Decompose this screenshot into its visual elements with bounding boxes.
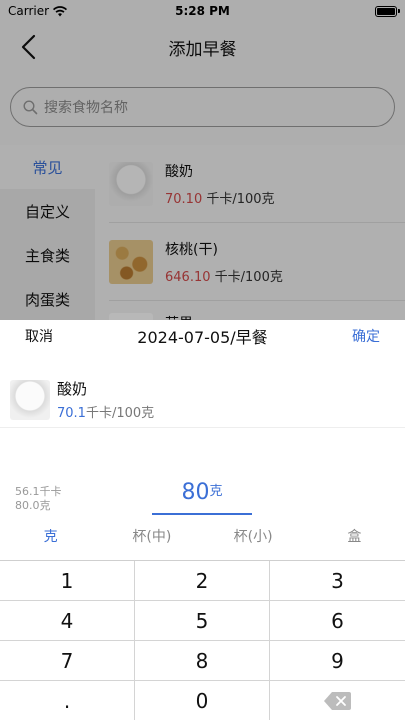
sidebar-item-label: 肉蛋类	[24, 290, 70, 309]
search-placeholder: 搜索食物名称	[44, 100, 128, 116]
selected-food-info: 酸奶 70.1千卡/100克	[57, 378, 154, 421]
back-icon[interactable]	[18, 34, 42, 60]
sidebar-item-label: 常见	[32, 158, 63, 177]
food-list: 酸奶 70.10 千卡/100克 核桃(干) 646.10 千卡/100克 苹果	[95, 145, 405, 320]
category-sidebar: 常见 自定义 主食类 肉蛋类	[0, 145, 95, 320]
food-cal-value: 646.10	[165, 270, 211, 285]
divider	[0, 427, 405, 428]
food-info: 酸奶 70.10 千卡/100克	[165, 161, 275, 207]
search-icon	[23, 99, 38, 114]
apple-icon	[109, 313, 153, 320]
walnut-icon	[109, 240, 153, 284]
key-4[interactable]: 4	[0, 601, 135, 641]
sidebar-item-custom[interactable]: 自定义	[0, 189, 95, 233]
food-item-apple[interactable]: 苹果	[95, 301, 405, 320]
amount-underline	[152, 513, 252, 515]
portion-sheet: 取消 2024-07-05/早餐 确定 酸奶 70.1千卡/100克 56.1千…	[0, 320, 405, 720]
selected-cal-value: 70.1	[57, 406, 86, 421]
unit-tab-box[interactable]: 盒	[304, 528, 405, 554]
food-cal-unit: 千卡/100克	[206, 192, 275, 207]
page-title: 添加早餐	[168, 39, 237, 60]
status-time: 5:28 PM	[175, 4, 230, 18]
key-8[interactable]: 8	[135, 641, 270, 681]
sheet-header: 取消 2024-07-05/早餐 确定	[0, 320, 405, 348]
food-info: 苹果	[165, 313, 193, 320]
amount-value: 80	[181, 480, 210, 505]
search-input[interactable]: 搜索食物名称	[10, 87, 395, 127]
backspace-icon	[324, 692, 351, 710]
key-9[interactable]: 9	[270, 641, 405, 681]
unit-tab-cup-medium[interactable]: 杯(中)	[101, 528, 202, 554]
sheet-title: 2024-07-05/早餐	[137, 328, 268, 347]
yogurt-icon	[109, 162, 153, 206]
selected-food: 酸奶 70.1千卡/100克	[10, 378, 154, 421]
food-info: 核桃(干) 646.10 千卡/100克	[165, 239, 283, 285]
key-6[interactable]: 6	[270, 601, 405, 641]
delete-key[interactable]	[270, 681, 405, 720]
key-5[interactable]: 5	[135, 601, 270, 641]
selected-food-calories: 70.1千卡/100克	[57, 402, 154, 421]
food-name: 核桃(干)	[165, 242, 218, 258]
key-3[interactable]: 3	[270, 561, 405, 601]
food-item-yogurt[interactable]: 酸奶 70.10 千卡/100克	[95, 145, 405, 223]
selected-cal-unit: 千卡/100克	[85, 406, 155, 421]
nav-bar: 添加早餐	[0, 22, 405, 72]
food-cal-unit: 千卡/100克	[214, 270, 283, 285]
food-calories: 646.10 千卡/100克	[165, 266, 283, 285]
food-name: 酸奶	[165, 164, 193, 180]
yogurt-icon	[10, 379, 50, 420]
key-1[interactable]: 1	[0, 561, 135, 601]
selected-food-name: 酸奶	[57, 380, 88, 398]
sidebar-item-staple[interactable]: 主食类	[0, 233, 95, 277]
amount-unit: 克	[209, 484, 223, 499]
sidebar-item-label: 主食类	[24, 246, 70, 265]
summary-calories: 56.1千卡	[15, 485, 62, 498]
summary-weight: 80.0克	[15, 499, 51, 512]
status-bar: Carrier 5:28 PM	[0, 0, 405, 22]
amount-input[interactable]: 80克	[152, 480, 252, 505]
unit-tab-cup-small[interactable]: 杯(小)	[203, 528, 304, 554]
unit-tab-gram[interactable]: 克	[0, 528, 101, 554]
confirm-button[interactable]: 确定	[352, 326, 380, 346]
food-cal-value: 70.10	[165, 192, 203, 207]
food-item-walnut[interactable]: 核桃(干) 646.10 千卡/100克	[95, 223, 405, 301]
sidebar-item-common[interactable]: 常见	[0, 145, 95, 189]
key-7[interactable]: 7	[0, 641, 135, 681]
unit-tabs: 克 杯(中) 杯(小) 盒	[0, 528, 405, 554]
key-0[interactable]: 0	[135, 681, 270, 720]
sidebar-item-meat-egg[interactable]: 肉蛋类	[0, 277, 95, 321]
nutrition-summary: 56.1千卡 80.0克	[15, 485, 62, 513]
key-2[interactable]: 2	[135, 561, 270, 601]
numeric-keypad: 1 2 3 4 5 6 7 8 9 . 0	[0, 560, 405, 720]
sidebar-item-label: 自定义	[24, 202, 70, 221]
key-decimal[interactable]: .	[0, 681, 135, 720]
food-name: 苹果	[165, 313, 193, 320]
food-calories: 70.10 千卡/100克	[165, 188, 275, 207]
battery-icon	[375, 5, 400, 17]
